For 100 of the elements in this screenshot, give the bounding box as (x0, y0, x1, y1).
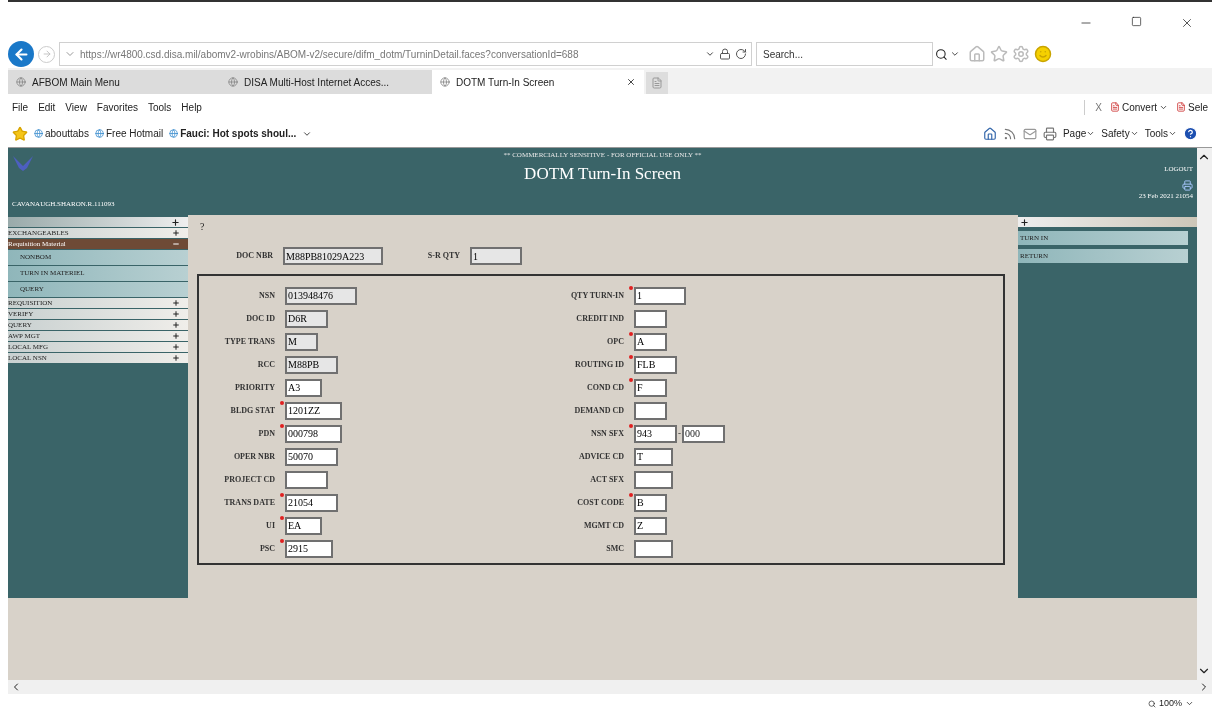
menu-item[interactable]: File (12, 99, 29, 115)
expand-icon[interactable] (172, 343, 180, 351)
field-label: QTY TURN-IN (569, 289, 624, 302)
smiley-icon[interactable] (1034, 45, 1052, 63)
address-bar[interactable]: https://wr4800.csd.disa.mil/abomv2-wrobins/ABOM-v2/secure/difm_dotm/TurninDetail.faces?conversationId=688 (59, 42, 752, 66)
text-field[interactable] (634, 401, 667, 420)
expand-icon[interactable] (172, 332, 180, 340)
text-field[interactable]: M88PB81029A223 (283, 247, 383, 265)
print-icon[interactable] (1182, 179, 1193, 191)
dropdown-icon[interactable] (1185, 699, 1194, 708)
field-label: RCC (256, 358, 275, 371)
field-label: COND CD (585, 381, 624, 394)
expand-icon[interactable] (172, 354, 180, 362)
zoom-icon[interactable] (1147, 699, 1156, 708)
document-icon[interactable] (1176, 102, 1186, 112)
field-label: S-R QTY (426, 250, 460, 262)
favorite-link[interactable]: abouttabs (45, 126, 89, 141)
command-menu[interactable]: Page (1062, 126, 1087, 141)
menu-item[interactable]: Help (181, 99, 202, 115)
expand-icon[interactable] (172, 310, 180, 318)
text-field[interactable]: 000798 (285, 424, 342, 443)
text-field[interactable]: 1 (470, 247, 522, 265)
horizontal-scrollbar[interactable] (8, 680, 1212, 694)
field-label: OPER NBR (232, 450, 275, 463)
field-label: DOC ID (245, 312, 275, 325)
field-label: UI (265, 519, 275, 532)
search-field[interactable]: Search... (756, 42, 934, 66)
tab-label: DOTM Turn-In Screen (456, 75, 555, 90)
home-icon[interactable] (982, 126, 997, 141)
star-icon[interactable] (990, 45, 1008, 63)
refresh-icon[interactable] (735, 48, 747, 60)
text-field[interactable]: B (634, 493, 667, 512)
text-field[interactable]: M88PB (285, 355, 338, 374)
text-field[interactable]: D6R (285, 309, 328, 328)
dropdown-icon[interactable] (950, 49, 960, 59)
toolbar-button[interactable]: Sele (1188, 99, 1208, 115)
expand-icon[interactable] (172, 321, 180, 329)
globe-icon[interactable] (169, 129, 179, 138)
dropdown-icon[interactable] (1086, 129, 1096, 138)
text-field[interactable] (285, 470, 328, 489)
printer-icon[interactable] (1042, 126, 1057, 141)
text-field[interactable] (634, 309, 667, 328)
text-field[interactable]: A3 (285, 378, 322, 397)
text-field[interactable]: F (634, 378, 667, 397)
dropdown-icon[interactable] (1129, 129, 1139, 138)
feed-icon[interactable] (1002, 126, 1017, 141)
text-field[interactable]: 2915 (285, 539, 333, 558)
dropdown-icon[interactable] (1168, 129, 1177, 138)
text-field[interactable]: FLB (634, 355, 677, 374)
text-field[interactable]: 943 (634, 424, 677, 443)
browser-tab[interactable]: DOTM Turn-In Screen (432, 70, 644, 94)
text-field[interactable]: M (285, 332, 318, 351)
text-field[interactable]: 50070 (285, 447, 338, 466)
menu-item[interactable]: Favorites (96, 99, 138, 115)
globe-icon[interactable] (34, 129, 43, 138)
expand-icon[interactable] (171, 217, 180, 227)
help-link[interactable]: ? (200, 219, 1018, 234)
expand-icon[interactable] (1020, 217, 1029, 227)
globe-icon[interactable] (94, 129, 104, 138)
document-icon[interactable] (1109, 102, 1120, 112)
expand-icon[interactable] (172, 299, 180, 307)
toolbar-close[interactable]: X (1095, 99, 1102, 115)
expand-icon[interactable] (172, 229, 180, 237)
text-field[interactable]: A (634, 332, 667, 351)
zoom-level[interactable]: 100% (1158, 696, 1182, 711)
mail-icon[interactable] (1022, 126, 1037, 141)
menu-item[interactable]: View (65, 99, 87, 115)
text-field[interactable]: 013948476 (285, 286, 357, 305)
collapse-icon[interactable] (172, 240, 180, 248)
text-field[interactable]: 1201ZZ (285, 401, 342, 420)
close-tab-icon[interactable] (626, 77, 636, 87)
browser-tab[interactable]: AFBOM Main Menu (8, 70, 220, 94)
menu-item[interactable]: Tools (148, 99, 172, 115)
text-field[interactable]: EA (285, 516, 322, 535)
search-icon[interactable] (935, 47, 949, 61)
text-field[interactable]: 1 (634, 286, 686, 305)
text-field[interactable]: 000 (682, 424, 725, 443)
menu-item[interactable]: Edit (38, 99, 56, 115)
dropdown-icon[interactable] (705, 49, 715, 59)
help-icon[interactable] (1183, 126, 1198, 141)
separator-text: - (678, 426, 681, 440)
field-label: SMC (605, 542, 624, 555)
text-field[interactable]: T (634, 447, 673, 466)
command-menu[interactable]: Tools (1144, 126, 1168, 141)
favorite-link[interactable]: Fauci: Hot spots shoul... (180, 126, 297, 141)
toolbar-button[interactable]: Convert (1121, 99, 1157, 115)
command-menu[interactable]: Safety (1101, 126, 1130, 141)
field-label: BLDG STAT (229, 404, 275, 417)
close-icon[interactable] (1180, 16, 1194, 30)
favorite-link[interactable]: Free Hotmail (105, 126, 164, 141)
url-text: https://wr4800.csd.disa.mil/abomv2-wrobins/ABOM-v2/secure/difm_dotm/TurninDetail.faces?conversationId=688 (80, 47, 580, 62)
browser-tab[interactable]: DISA Multi-Host Internet Acces... (220, 70, 432, 94)
text-field[interactable]: Z (634, 516, 667, 535)
text-field[interactable]: 21054 (285, 493, 338, 512)
text-field[interactable] (634, 539, 673, 558)
globe-icon (440, 77, 450, 87)
vertical-scrollbar[interactable] (1197, 148, 1212, 680)
field-label: ADVICE CD (577, 450, 624, 463)
text-field[interactable] (634, 470, 673, 489)
restore-icon[interactable] (1131, 16, 1142, 27)
